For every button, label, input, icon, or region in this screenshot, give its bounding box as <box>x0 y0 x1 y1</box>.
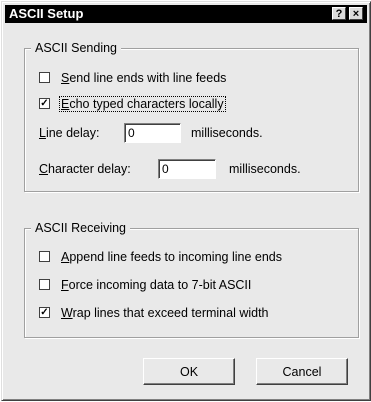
append-line-feeds-label: Append line feeds to incoming line ends <box>61 250 282 264</box>
character-delay-input[interactable] <box>158 159 216 179</box>
force-7bit-label: Force incoming data to 7-bit ASCII <box>61 278 252 292</box>
force-7bit-checkbox[interactable] <box>39 279 50 290</box>
title-bar: ASCII Setup ? × <box>5 5 367 23</box>
ascii-receiving-title: ASCII Receiving <box>31 220 131 236</box>
help-button[interactable]: ? <box>332 7 346 20</box>
echo-typed-option[interactable]: ✓ Echo typed characters locally <box>39 96 339 112</box>
force-7bit-option[interactable]: Force incoming data to 7-bit ASCII <box>39 277 339 293</box>
close-button[interactable]: × <box>349 7 363 20</box>
ok-button[interactable]: OK <box>143 358 235 385</box>
wrap-lines-checkbox[interactable]: ✓ <box>39 307 50 318</box>
character-delay-unit: milliseconds. <box>229 162 301 176</box>
send-line-ends-label: Send line ends with line feeds <box>61 71 227 85</box>
append-line-feeds-checkbox[interactable] <box>39 251 50 262</box>
ascii-sending-title: ASCII Sending <box>31 40 121 56</box>
send-line-ends-checkbox[interactable] <box>39 72 50 83</box>
wrap-lines-label: Wrap lines that exceed terminal width <box>61 306 269 320</box>
character-delay-label: Character delay: <box>39 162 131 176</box>
send-line-ends-option[interactable]: Send line ends with line feeds <box>39 70 339 86</box>
wrap-lines-option[interactable]: ✓ Wrap lines that exceed terminal width <box>39 305 339 321</box>
echo-typed-label: Echo typed characters locally <box>59 96 226 112</box>
window-title: ASCII Setup <box>9 6 84 21</box>
ascii-sending-group: ASCII Sending Send line ends with line f… <box>24 40 359 192</box>
ascii-receiving-group: ASCII Receiving Append line feeds to inc… <box>24 220 359 338</box>
line-delay-label: Line delay: <box>39 126 100 140</box>
ascii-setup-dialog: ASCII Setup ? × ASCII Sending Send line … <box>1 1 371 401</box>
line-delay-unit: milliseconds. <box>191 126 263 140</box>
echo-typed-checkbox[interactable]: ✓ <box>39 98 50 109</box>
cancel-button[interactable]: Cancel <box>256 358 348 385</box>
append-line-feeds-option[interactable]: Append line feeds to incoming line ends <box>39 249 339 265</box>
line-delay-input[interactable] <box>124 123 181 143</box>
